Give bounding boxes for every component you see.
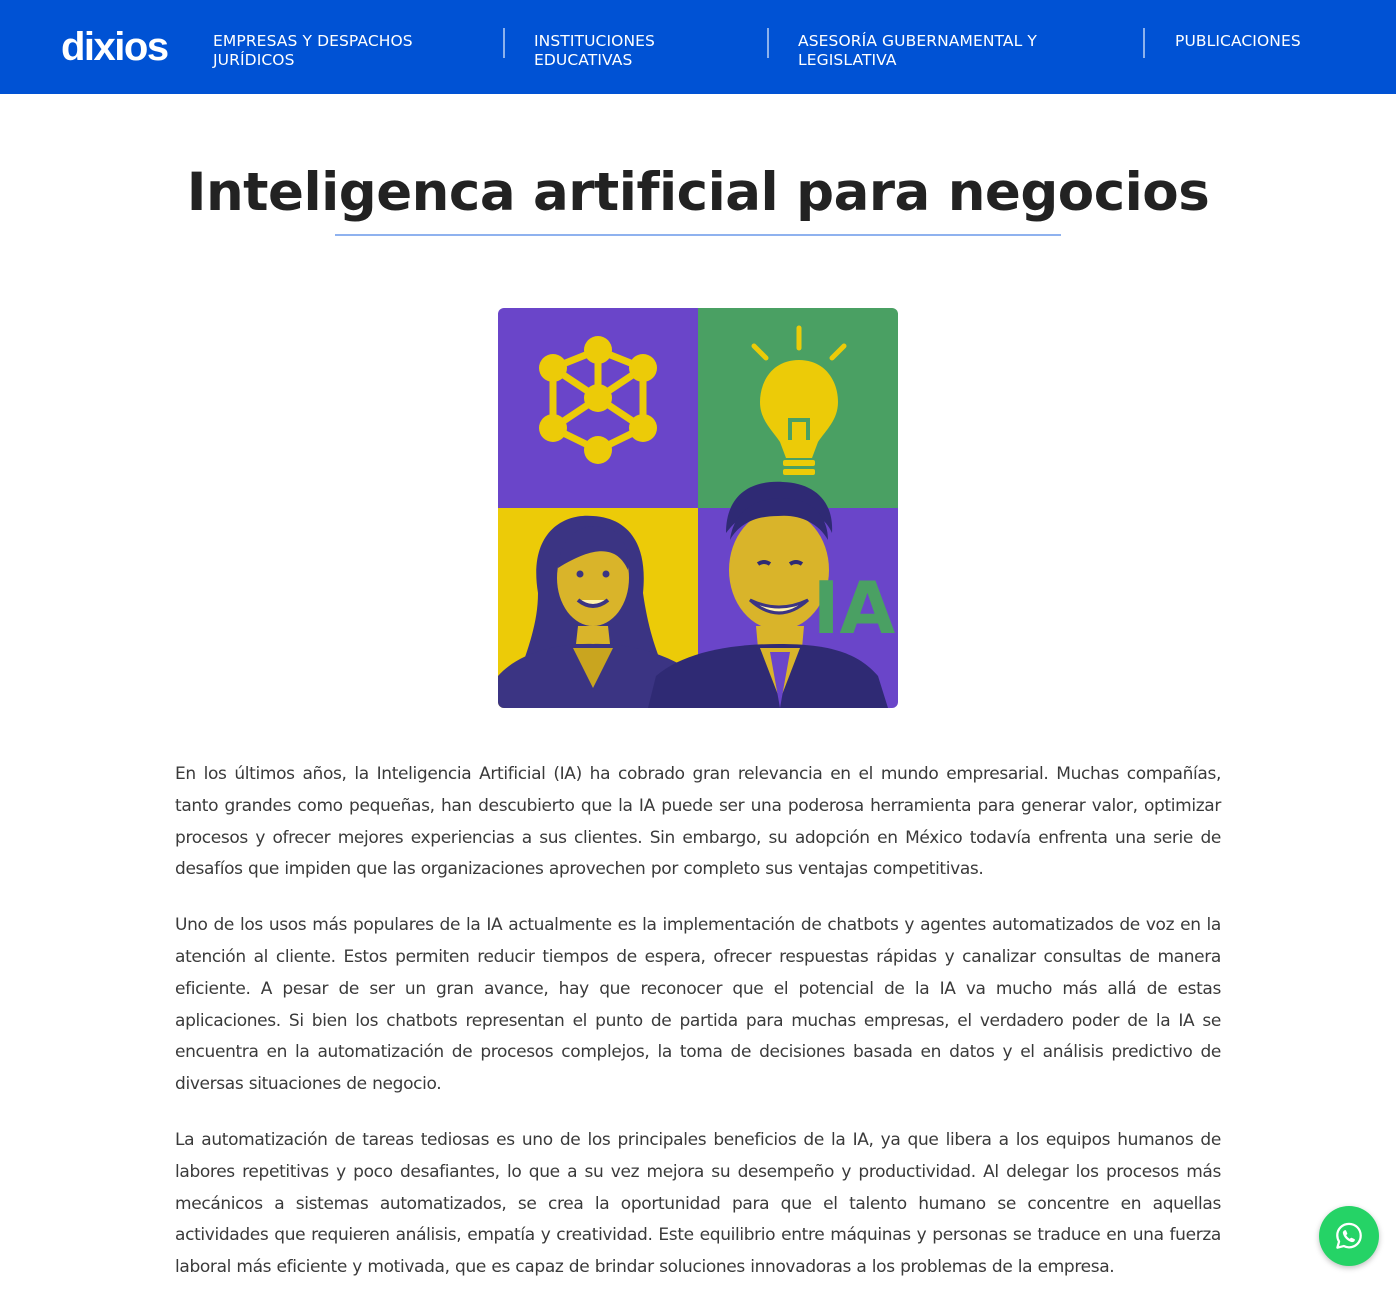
site-header: dixios EMPRESAS Y DESPACHOS JURÍDICOS IN…	[0, 0, 1396, 94]
site-logo[interactable]: dixios	[61, 23, 169, 71]
nav-item-asesoria[interactable]: ASESORÍA GUBERNAMENTAL Y LEGISLATIVA	[798, 32, 1118, 70]
nav-item-publicaciones[interactable]: PUBLICACIONES	[1175, 32, 1375, 51]
page-title: Inteligenca artificial para negocios	[186, 162, 1210, 223]
ia-badge-text: IA	[813, 566, 896, 650]
hero-image: IA	[498, 308, 898, 708]
nav-separator	[767, 28, 769, 58]
nav-separator	[1143, 28, 1145, 58]
nav-separator	[503, 28, 505, 58]
article-paragraph: La automatización de tareas tediosas es …	[175, 1129, 1221, 1278]
whatsapp-icon	[1336, 1222, 1362, 1249]
article-body: En los últimos años, la Inteligencia Art…	[175, 759, 1221, 1308]
title-underline	[335, 234, 1061, 236]
article-paragraph: En los últimos años, la Inteligencia Art…	[175, 764, 1221, 880]
nav-item-instituciones[interactable]: INSTITUCIONES EDUCATIVAS	[534, 32, 734, 70]
article-paragraph: Uno de los usos más populares de la IA a…	[175, 915, 1221, 1095]
whatsapp-button[interactable]	[1319, 1206, 1379, 1266]
nav-item-empresas[interactable]: EMPRESAS Y DESPACHOS JURÍDICOS	[213, 32, 483, 70]
